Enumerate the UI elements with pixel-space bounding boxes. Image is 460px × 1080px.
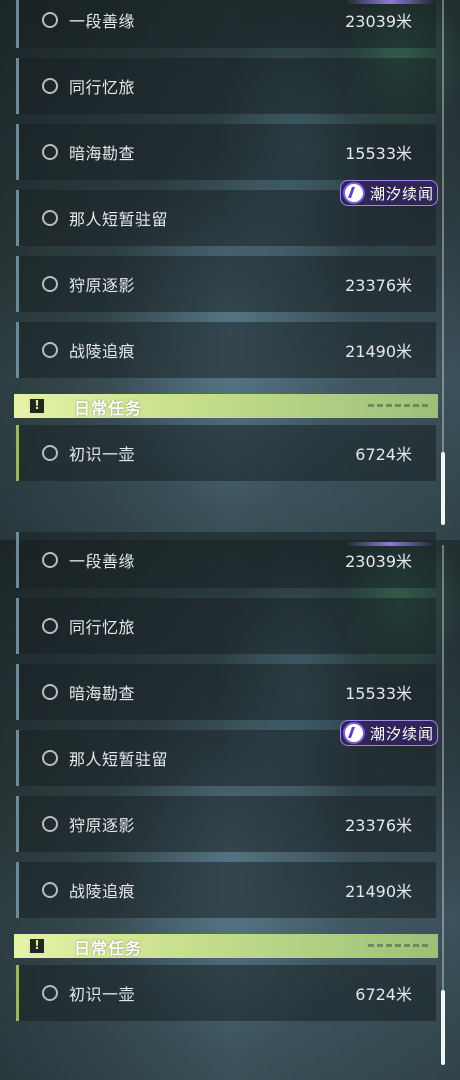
scrollbar-thumb[interactable]: [441, 452, 445, 525]
quest-name: 那人短暂驻留: [69, 750, 169, 769]
quest-status-circle-icon: [42, 882, 58, 898]
quest-row-shouyuanzhuying[interactable]: 狩原逐影 23376米: [16, 256, 436, 312]
quest-name: 那人短暂驻留: [69, 210, 169, 229]
quest-status-circle-icon: [42, 445, 58, 461]
quest-name: 狩原逐影: [69, 816, 136, 835]
event-badge-label: 潮汐续闻: [370, 725, 435, 743]
quest-name: 一段善缘: [69, 552, 136, 571]
quest-distance: 21490米: [345, 342, 412, 361]
quest-row-anhaikancha[interactable]: 暗海勘查 15533米: [16, 664, 436, 720]
quest-distance: 21490米: [345, 882, 412, 901]
quest-name: 初识一壶: [69, 985, 136, 1004]
quest-name: 同行忆旅: [69, 78, 136, 97]
quest-name: 战陵追痕: [69, 882, 136, 901]
quest-distance: 23039米: [345, 12, 412, 31]
quest-status-circle-icon: [42, 276, 58, 292]
quest-status-circle-icon: [42, 342, 58, 358]
quest-distance: 15533米: [345, 144, 412, 163]
quest-status-circle-icon: [42, 750, 58, 766]
quest-row-zhanlingzhuihen[interactable]: 战陵追痕 21490米: [16, 322, 436, 378]
header-decoration: [368, 944, 428, 947]
quest-status-circle-icon: [42, 144, 58, 160]
quest-status-circle-icon: [42, 618, 58, 634]
quest-distance: 6724米: [355, 445, 412, 464]
quest-row-anhaikancha[interactable]: 暗海勘查 15533米: [16, 124, 436, 180]
scrollbar-thumb[interactable]: [441, 990, 445, 1065]
quest-name: 暗海勘查: [69, 684, 136, 703]
quest-row-yiduanshanyuan[interactable]: 一段善缘 23039米: [16, 532, 436, 588]
daily-quest-row-chushiyihu[interactable]: 初识一壶 6724米: [16, 965, 436, 1021]
quest-name: 暗海勘查: [69, 144, 136, 163]
quest-distance: 23376米: [345, 276, 412, 295]
quest-status-circle-icon: [42, 12, 58, 28]
quest-name: 战陵追痕: [69, 342, 136, 361]
quest-name: 一段善缘: [69, 12, 136, 31]
daily-quests-title: 日常任务: [74, 399, 143, 418]
daily-quests-header[interactable]: ! 日常任务: [14, 394, 438, 418]
wave-logo-icon: [343, 722, 365, 744]
quest-row-tongxingyilv[interactable]: 同行忆旅: [16, 598, 436, 654]
quest-name: 初识一壶: [69, 445, 136, 464]
quest-row-tongxingyilv[interactable]: 同行忆旅: [16, 58, 436, 114]
scrollbar-track[interactable]: [442, 0, 444, 525]
exclamation-box-icon: !: [28, 937, 46, 955]
quest-row-yiduanshanyuan[interactable]: 一段善缘 23039米: [16, 0, 436, 48]
daily-quest-row-chushiyihu[interactable]: 初识一壶 6724米: [16, 425, 436, 481]
panel-top-edge-decoration: [345, 542, 435, 546]
quest-distance: 15533米: [345, 684, 412, 703]
wave-logo-icon: [343, 182, 365, 204]
quest-status-circle-icon: [42, 78, 58, 94]
quest-status-circle-icon: [42, 816, 58, 832]
exclamation-box-icon: !: [28, 397, 46, 415]
scrollbar-track[interactable]: [442, 545, 444, 1065]
panel-top-edge-decoration: [345, 0, 435, 4]
event-badge[interactable]: 潮汐续闻: [340, 720, 438, 746]
quest-row-shouyuanzhuying[interactable]: 狩原逐影 23376米: [16, 796, 436, 852]
event-badge-label: 潮汐续闻: [370, 185, 435, 203]
quest-status-circle-icon: [42, 210, 58, 226]
quest-name: 狩原逐影: [69, 276, 136, 295]
quest-row-zhanlingzhuihen[interactable]: 战陵追痕 21490米: [16, 862, 436, 918]
quest-distance: 23039米: [345, 552, 412, 571]
quest-name: 同行忆旅: [69, 618, 136, 637]
daily-quests-title: 日常任务: [74, 939, 143, 958]
event-badge[interactable]: 潮汐续闻: [340, 180, 438, 206]
daily-quests-header[interactable]: ! 日常任务: [14, 934, 438, 958]
quest-distance: 23376米: [345, 816, 412, 835]
quest-status-circle-icon: [42, 552, 58, 568]
quest-distance: 6724米: [355, 985, 412, 1004]
quest-status-circle-icon: [42, 985, 58, 1001]
header-decoration: [368, 404, 428, 407]
quest-status-circle-icon: [42, 684, 58, 700]
